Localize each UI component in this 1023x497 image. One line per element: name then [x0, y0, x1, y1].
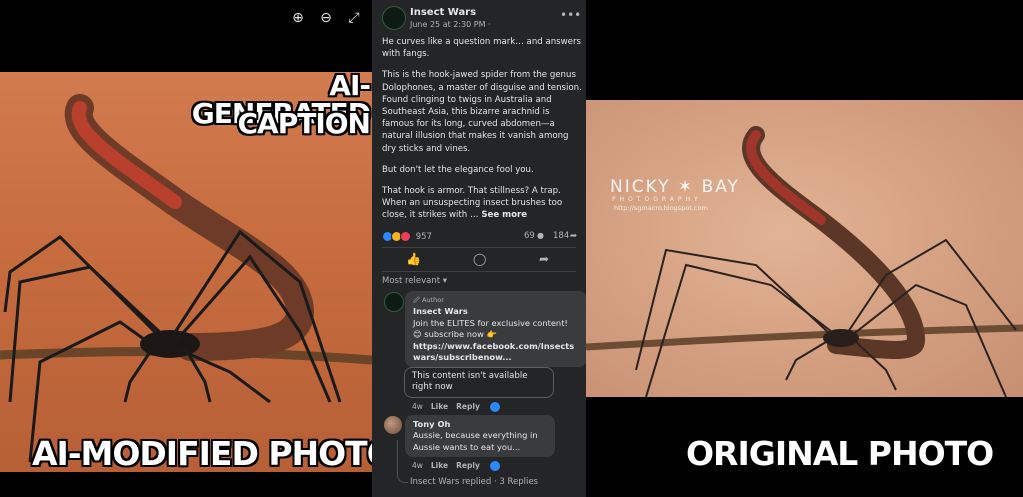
like-action-icon[interactable]: 👍: [406, 252, 421, 266]
divider: [382, 271, 576, 272]
spider-illustration-right: [586, 126, 1023, 397]
comment-sort-dropdown[interactable]: Most relevant ▾: [382, 276, 447, 286]
fullscreen-icon[interactable]: ⤢: [344, 8, 364, 28]
comment-bubble: Tony Oh Aussie, because everything in Au…: [405, 415, 555, 458]
comment-reply-button[interactable]: Reply: [456, 461, 480, 470]
post-paragraph-4-text: That hook is armor. That stillness? A tr…: [382, 186, 563, 221]
zoom-in-icon[interactable]: ⊕: [288, 8, 308, 28]
reaction-count[interactable]: 957: [416, 232, 432, 242]
comment-meta: 4w Like Reply: [412, 461, 500, 471]
comment-time[interactable]: 4w: [412, 402, 423, 411]
comment-text: Join the ELITES for exclusive content! 😊…: [413, 317, 568, 340]
photographer-watermark: NICKY ✶ BAY: [610, 177, 740, 197]
comment-reply-button[interactable]: Reply: [456, 402, 480, 411]
left-bottom-bar: [0, 472, 372, 497]
watermark-subtitle: PHOTOGRAPHY: [612, 196, 702, 203]
ai-generated-caption-line2: CAPTION: [237, 107, 372, 140]
comment-avatar[interactable]: [384, 416, 402, 434]
comment-like-badge: [489, 402, 500, 412]
reaction-icons[interactable]: [382, 231, 412, 242]
comment-text: Aussie, because everything in Aussie wan…: [413, 430, 538, 452]
reaction-bar: 957 69 ● 184 ➦: [382, 231, 580, 243]
original-photo-caption: ORIGINAL PHOTO: [686, 434, 994, 473]
post-paragraph-3: But don't let the elegance fool you.: [382, 164, 534, 175]
love-reaction-icon: [400, 231, 411, 242]
post-panel: Insect Wars June 25 at 2:30 PM · ••• He …: [372, 0, 586, 497]
comment-like-badge: [489, 461, 500, 471]
ai-modified-photo-caption: AI-MODIFIED PHOTO: [32, 434, 395, 473]
more-options-icon[interactable]: •••: [560, 8, 581, 22]
comment-action-icon[interactable]: ◯: [473, 252, 486, 266]
comment-avatar[interactable]: [384, 292, 404, 312]
watermark-url: http://sgmacro.blogspot.com: [614, 204, 708, 212]
comment-bubble: 🖉 Author Insect Wars Join the ELITES for…: [405, 291, 586, 368]
view-replies-link[interactable]: Insect Wars replied · 3 Replies: [410, 477, 538, 487]
comment-count-icon: ●: [537, 231, 544, 240]
reply-thread-line: [397, 440, 408, 483]
post-date[interactable]: June 25 at 2:30 PM ·: [410, 20, 491, 29]
post-paragraph-2: This is the hook-jawed spider from the g…: [382, 70, 582, 154]
unavailable-content-notice: This content isn't available right now: [404, 367, 554, 398]
post-body: He curves like a question mark… and answ…: [382, 36, 582, 231]
page-name[interactable]: Insect Wars: [410, 7, 476, 18]
page-avatar[interactable]: [382, 6, 406, 30]
comment-meta: 4w Like Reply: [412, 402, 500, 412]
post-paragraph-4: That hook is armor. That stillness? A tr…: [382, 185, 582, 222]
comment-time[interactable]: 4w: [412, 461, 423, 470]
comment-author[interactable]: Insect Wars: [413, 306, 579, 317]
zoom-out-icon[interactable]: ⊖: [316, 8, 336, 28]
comment-count[interactable]: 69: [524, 231, 535, 241]
original-spider-photo: [586, 100, 1023, 397]
see-more-link[interactable]: See more: [481, 210, 527, 220]
share-action-icon[interactable]: ➦: [539, 252, 549, 266]
post-paragraph-1: He curves like a question mark… and answ…: [382, 37, 581, 60]
comment-link[interactable]: https://www.facebook.com/Insectswars/sub…: [413, 341, 579, 364]
comment-like-button[interactable]: Like: [431, 402, 448, 411]
author-badge: 🖉 Author: [413, 296, 444, 304]
share-count-icon: ➦: [570, 231, 578, 241]
divider: [382, 247, 576, 248]
comment-like-button[interactable]: Like: [431, 461, 448, 470]
share-count[interactable]: 184: [553, 231, 569, 241]
comment-author[interactable]: Tony Oh: [413, 419, 547, 430]
